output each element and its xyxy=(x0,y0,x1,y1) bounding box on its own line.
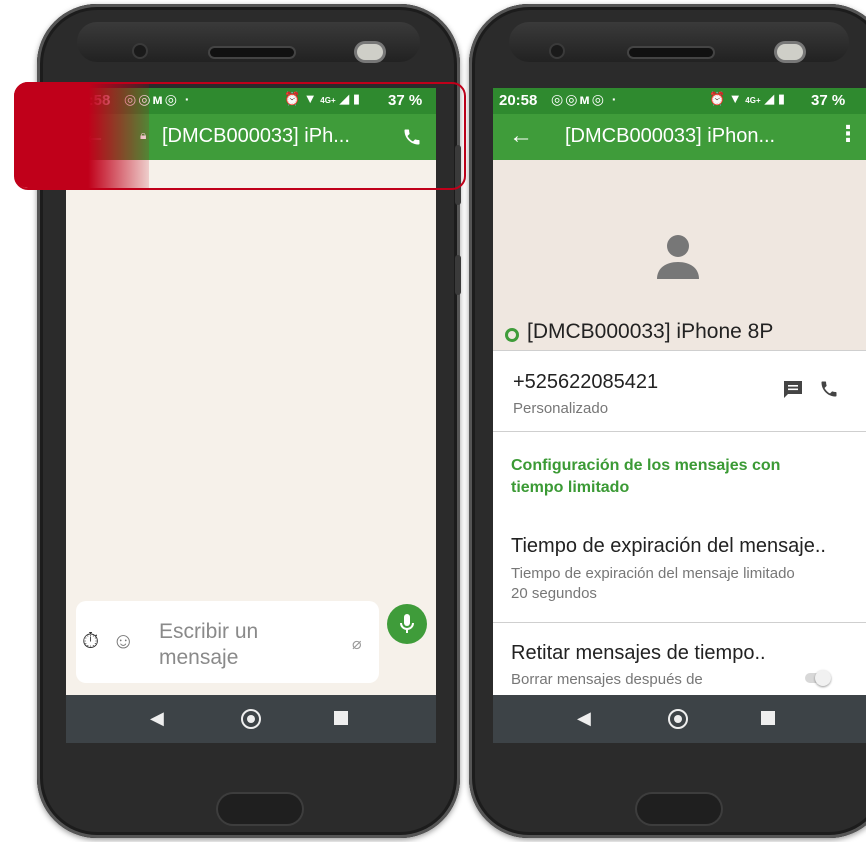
remove-toggle[interactable] xyxy=(805,670,831,686)
battery-level: 37 % xyxy=(811,92,846,109)
nav-recents-icon[interactable] xyxy=(761,711,775,725)
nav-back-icon[interactable]: ◀ xyxy=(150,708,164,729)
fingerprint-button xyxy=(637,794,721,824)
remove-subtitle: Borrar mensajes después de xyxy=(511,671,703,688)
info-app-bar: ← [DMCB000033] iPhon... ⋮ xyxy=(493,114,866,160)
back-arrow-icon[interactable]: ← xyxy=(509,122,533,150)
nav-back-icon[interactable]: ◀ xyxy=(577,708,591,729)
attach-icon[interactable]: ⌀ xyxy=(352,634,362,654)
message-composer: ⏱ ☺ Escribir un mensaje ⌀ xyxy=(76,601,379,683)
nav-recents-icon[interactable] xyxy=(334,711,348,725)
system-nav-bar: ◀ xyxy=(66,695,436,743)
phone-label: Personalizado xyxy=(513,400,609,417)
online-status-icon xyxy=(505,328,519,342)
status-time: 20:58 xyxy=(499,92,538,109)
divider xyxy=(493,431,866,432)
message-input[interactable]: Escribir un mensaje xyxy=(159,619,309,671)
toggle-knob xyxy=(815,670,831,686)
system-nav-bar: ◀ xyxy=(493,695,866,743)
profile-header: [DMCB000033] iPhone 8P xyxy=(493,160,866,350)
status-bar: 20:58 ◎◎ᴍ◎ · ⏰ ▼ 4G+ ◢ ▮ 37 % xyxy=(493,88,866,114)
front-camera xyxy=(777,44,803,60)
message-icon[interactable] xyxy=(782,379,804,399)
nav-home-icon[interactable] xyxy=(668,709,688,729)
earpiece-speaker xyxy=(210,48,294,57)
highlight-fill xyxy=(14,82,149,188)
expiration-title: Tiempo de expiración del mensaje.. xyxy=(511,535,826,557)
voice-record-button[interactable] xyxy=(387,604,427,644)
overflow-menu-icon[interactable]: ⋮ xyxy=(837,121,859,147)
contact-name: [DMCB000033] iPhone 8P xyxy=(527,320,774,343)
info-header-title: [DMCB000033] iPhon... xyxy=(565,125,776,147)
front-camera xyxy=(357,44,383,60)
remove-title: Retitar mensajes de tiempo.. xyxy=(511,642,766,664)
phone-call-icon[interactable] xyxy=(819,379,839,399)
alarm-wifi-signal-icons: ⏰ ▼ 4G+ ◢ ▮ xyxy=(709,91,785,106)
front-sensor xyxy=(551,45,563,57)
microphone-icon xyxy=(400,614,414,633)
timer-icon[interactable]: ⏱ xyxy=(82,628,99,654)
side-button xyxy=(455,255,461,295)
right-screen: 20:58 ◎◎ᴍ◎ · ⏰ ▼ 4G+ ◢ ▮ 37 % ← [DMCB000… xyxy=(493,88,866,743)
avatar-placeholder-icon xyxy=(657,235,699,279)
fingerprint-button xyxy=(218,794,302,824)
front-sensor xyxy=(134,45,146,57)
nav-home-icon[interactable] xyxy=(241,709,261,729)
notification-icons: ◎◎ᴍ◎ · xyxy=(551,91,619,107)
phone-number-row[interactable]: +525622085421 Personalizado xyxy=(493,351,866,431)
earpiece-speaker xyxy=(629,48,713,57)
emoji-icon[interactable]: ☺ xyxy=(112,628,134,654)
expiration-setting[interactable]: Tiempo de expiración del mensaje.. Tiemp… xyxy=(493,523,866,623)
phone-number: +525622085421 xyxy=(513,371,659,393)
section-title: Configuración de los mensajes con tiempo… xyxy=(511,457,781,496)
expiration-subtitle: Tiempo de expiración del mensaje limitad… xyxy=(511,565,795,602)
remove-setting[interactable]: Retitar mensajes de tiempo.. Borrar mens… xyxy=(493,623,866,695)
